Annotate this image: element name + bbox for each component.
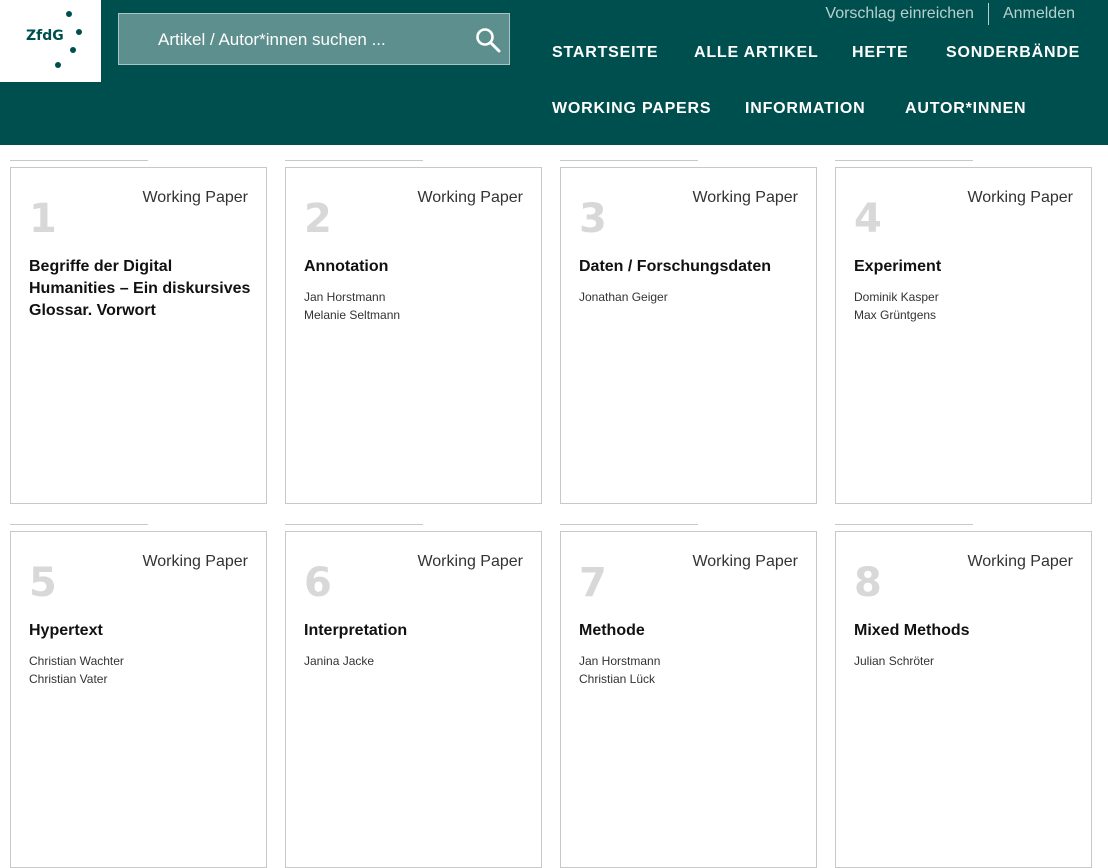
paper-tile-1[interactable]: Working Paper 1 Begriffe der Digital Hum… xyxy=(10,167,267,504)
author-name: Melanie Seltmann xyxy=(304,308,401,322)
paper-authors: Christian Wachter Christian Vater xyxy=(29,652,124,688)
tile-divider xyxy=(10,524,148,525)
paper-number: 2 xyxy=(304,196,332,242)
tile-divider xyxy=(285,160,423,161)
nav-hefte[interactable]: HEFTE xyxy=(852,44,908,62)
nav-alle-artikel[interactable]: ALLE ARTIKEL xyxy=(694,44,819,62)
login-link[interactable]: Anmelden xyxy=(1003,5,1075,23)
logo-dot xyxy=(66,11,72,17)
paper-title[interactable]: Methode xyxy=(579,620,801,642)
logo-text: ZfdG xyxy=(26,28,64,44)
nav-working-papers[interactable]: WORKING PAPERS xyxy=(552,100,711,118)
divider xyxy=(987,3,989,25)
paper-authors: Janina Jacke xyxy=(304,652,374,670)
paper-type: Working Paper xyxy=(142,553,248,570)
paper-authors: Jan Horstmann Christian Lück xyxy=(579,652,660,688)
logo-dot xyxy=(55,62,61,68)
tile-divider xyxy=(10,160,148,161)
paper-tile-3[interactable]: Working Paper 3 Daten / Forschungsdaten … xyxy=(560,167,817,504)
paper-title[interactable]: Hypertext xyxy=(29,620,251,642)
paper-title[interactable]: Daten / Forschungsdaten xyxy=(579,256,801,278)
author-name: Janina Jacke xyxy=(304,654,375,668)
paper-type: Working Paper xyxy=(967,553,1073,570)
site-logo[interactable]: ZfdG xyxy=(0,0,101,82)
author-name: Julian Schröter xyxy=(854,654,935,668)
tile-divider xyxy=(560,160,698,161)
utility-links: Vorschlag einreichen Anmelden xyxy=(825,3,1075,25)
paper-type: Working Paper xyxy=(692,189,798,206)
author-name: Jonathan Geiger xyxy=(579,290,668,304)
paper-type: Working Paper xyxy=(142,189,248,206)
paper-type: Working Paper xyxy=(692,553,798,570)
author-name: Jan Horstmann xyxy=(579,654,661,668)
paper-tile-5[interactable]: Working Paper 5 Hypertext Christian Wach… xyxy=(10,531,267,868)
submit-proposal-link[interactable]: Vorschlag einreichen xyxy=(825,5,974,23)
paper-tile-6[interactable]: Working Paper 6 Interpretation Janina Ja… xyxy=(285,531,542,868)
paper-type: Working Paper xyxy=(417,189,523,206)
author-name: Christian Wachter xyxy=(29,654,124,668)
paper-number: 8 xyxy=(854,560,882,606)
author-name: Dominik Kasper xyxy=(854,290,939,304)
paper-title[interactable]: Mixed Methods xyxy=(854,620,1076,642)
nav-information[interactable]: INFORMATION xyxy=(745,100,866,118)
paper-authors: Dominik Kasper Max Grüntgens xyxy=(854,288,939,324)
paper-authors: Jan Horstmann Melanie Seltmann xyxy=(304,288,400,324)
paper-number: 4 xyxy=(854,196,882,242)
paper-authors: Jonathan Geiger xyxy=(579,288,668,306)
search-icon[interactable] xyxy=(475,27,501,53)
author-name: Max Grüntgens xyxy=(854,308,937,322)
nav-sonderbaende[interactable]: SONDERBÄNDE xyxy=(946,44,1080,62)
paper-number: 3 xyxy=(579,196,607,242)
paper-title[interactable]: Interpretation xyxy=(304,620,526,642)
search-box[interactable]: Artikel / Autor*innen suchen ... xyxy=(118,13,510,65)
paper-number: 7 xyxy=(579,560,607,606)
paper-title[interactable]: Annotation xyxy=(304,256,526,278)
paper-tile-8[interactable]: Working Paper 8 Mixed Methods Julian Sch… xyxy=(835,531,1092,868)
site-header: ZfdG Artikel / Autor*innen suchen ... Vo… xyxy=(0,0,1108,145)
nav-startseite[interactable]: STARTSEITE xyxy=(552,44,658,62)
paper-number: 5 xyxy=(29,560,57,606)
logo-dot xyxy=(76,29,82,35)
tile-divider xyxy=(560,524,698,525)
author-name: Jan Horstmann xyxy=(304,290,386,304)
tile-divider xyxy=(835,160,973,161)
paper-title[interactable]: Experiment xyxy=(854,256,1076,278)
logo-dot xyxy=(70,47,76,53)
nav-autorinnen[interactable]: AUTOR*INNEN xyxy=(905,100,1026,118)
search-input[interactable]: Artikel / Autor*innen suchen ... xyxy=(158,30,386,50)
paper-number: 1 xyxy=(29,196,57,242)
author-name: Christian Lück xyxy=(579,672,656,686)
paper-tile-4[interactable]: Working Paper 4 Experiment Dominik Kaspe… xyxy=(835,167,1092,504)
paper-authors: Julian Schröter xyxy=(854,652,934,670)
paper-number: 6 xyxy=(304,560,332,606)
tile-divider xyxy=(285,524,423,525)
paper-title[interactable]: Begriffe der Digital Humanities – Ein di… xyxy=(29,256,251,322)
paper-tile-7[interactable]: Working Paper 7 Methode Jan Horstmann Ch… xyxy=(560,531,817,868)
author-name: Christian Vater xyxy=(29,672,108,686)
paper-tile-2[interactable]: Working Paper 2 Annotation Jan Horstmann… xyxy=(285,167,542,504)
paper-type: Working Paper xyxy=(967,189,1073,206)
paper-type: Working Paper xyxy=(417,553,523,570)
tile-divider xyxy=(835,524,973,525)
